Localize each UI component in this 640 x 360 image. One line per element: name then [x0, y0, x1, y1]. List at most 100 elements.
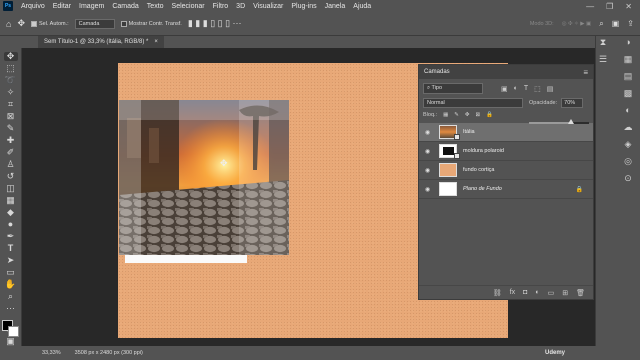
- checkbox-box[interactable]: [120, 20, 127, 27]
- shape-tool-icon[interactable]: ▭: [4, 268, 18, 277]
- more-tools-icon[interactable]: ···: [4, 304, 18, 313]
- pen-tool-icon[interactable]: ✒: [4, 232, 18, 241]
- gradient-tool-icon[interactable]: ▦: [4, 196, 18, 205]
- blend-mode-dropdown[interactable]: Normal: [423, 98, 523, 108]
- screen-mode-icon[interactable]: ▣: [4, 337, 18, 346]
- italy-photo-layer[interactable]: [119, 100, 289, 255]
- adjustment-filter-icon[interactable]: ◐: [514, 85, 518, 93]
- new-layer-icon[interactable]: ⊞: [562, 289, 568, 297]
- path-selection-tool-icon[interactable]: ➤: [4, 256, 18, 265]
- history-brush-tool-icon[interactable]: ↺: [4, 172, 18, 181]
- opacity-input[interactable]: 70%: [561, 98, 584, 108]
- healing-brush-tool-icon[interactable]: ✚: [4, 136, 18, 145]
- type-tool-icon[interactable]: T: [4, 244, 18, 253]
- layers-panel-icon[interactable]: ◈: [625, 140, 632, 149]
- home-icon[interactable]: ⌂: [6, 19, 11, 29]
- blur-tool-icon[interactable]: ◆: [4, 208, 18, 217]
- menu-3d[interactable]: 3D: [232, 3, 249, 10]
- layer-row-plano-de-fundo[interactable]: ◉ Plano de Fundo 🔒: [419, 180, 593, 199]
- folder-icon[interactable]: ▭: [548, 289, 555, 297]
- visibility-eye-icon[interactable]: ◉: [425, 148, 433, 155]
- eraser-tool-icon[interactable]: ◫: [4, 184, 18, 193]
- visibility-eye-icon[interactable]: ◉: [425, 186, 433, 193]
- panel-menu-icon[interactable]: ≡: [583, 68, 588, 77]
- layer-row-italia[interactable]: ◉ Itália: [419, 123, 593, 142]
- opacity-slider-knob[interactable]: [568, 119, 574, 124]
- dodge-tool-icon[interactable]: ●: [4, 220, 18, 229]
- layers-panel-title[interactable]: Camadas: [424, 69, 450, 75]
- pixel-filter-icon[interactable]: ▣: [501, 85, 508, 93]
- lock-all-icon[interactable]: 🔒: [486, 112, 493, 118]
- mask-icon[interactable]: ◘: [523, 289, 527, 296]
- stamp-tool-icon[interactable]: ♙: [4, 160, 18, 169]
- share-icon[interactable]: ⇪: [627, 19, 634, 28]
- menu-camada[interactable]: Camada: [108, 3, 142, 10]
- color-panel-icon[interactable]: ◑: [625, 38, 630, 47]
- lock-transparent-icon[interactable]: ▦: [443, 112, 448, 118]
- show-transform-checkbox[interactable]: Mostrar Contr. Transf.: [120, 20, 182, 27]
- magic-wand-tool-icon[interactable]: ✧: [4, 88, 18, 97]
- properties-panel-icon[interactable]: ☰: [599, 55, 607, 64]
- maximize-icon[interactable]: ❐: [606, 2, 613, 11]
- layer-row-moldura[interactable]: ◉ moldura polaroid: [419, 142, 593, 161]
- fx-icon[interactable]: fx: [510, 289, 515, 296]
- adjustments-panel-icon[interactable]: ◐: [625, 106, 630, 115]
- layer-filter-dropdown[interactable]: ⌕ Tipo: [423, 83, 483, 94]
- channels-panel-icon[interactable]: ◎: [624, 157, 632, 166]
- auto-select-dropdown[interactable]: Camada: [74, 18, 115, 29]
- paths-panel-icon[interactable]: ⊙: [624, 174, 632, 183]
- lasso-tool-icon[interactable]: ➰: [4, 76, 18, 85]
- menu-texto[interactable]: Texto: [143, 3, 168, 10]
- brush-tool-icon[interactable]: ✐: [4, 148, 18, 157]
- adjustment-icon[interactable]: ◐: [535, 289, 539, 296]
- auto-select-checkbox[interactable]: Sel. Autom.:: [30, 20, 69, 27]
- history-panel-icon[interactable]: ⧗: [600, 38, 606, 47]
- menu-editar[interactable]: Editar: [49, 3, 75, 10]
- align-icons[interactable]: ▮ ▮ ▮ ▯ ▯ ▯ ···: [188, 18, 242, 29]
- lock-image-icon[interactable]: ✎: [454, 112, 459, 118]
- move-tool-icon[interactable]: ✥: [3, 52, 18, 61]
- layer-row-fundo-cortica[interactable]: ◉ fundo cortiça: [419, 161, 593, 180]
- workspace-icon[interactable]: ▣: [612, 19, 620, 28]
- visibility-eye-icon[interactable]: ◉: [425, 167, 433, 174]
- search-icon[interactable]: ⌕: [599, 19, 603, 29]
- patterns-panel-icon[interactable]: ▩: [624, 89, 633, 98]
- minimize-icon[interactable]: —: [586, 2, 594, 11]
- close-window-icon[interactable]: ✕: [625, 2, 632, 11]
- lock-artboard-icon[interactable]: ⊠: [476, 112, 481, 118]
- hand-tool-icon[interactable]: ✋: [4, 280, 18, 289]
- zoom-level[interactable]: 33,33%: [42, 350, 61, 356]
- menu-imagem[interactable]: Imagem: [75, 3, 108, 10]
- marquee-tool-icon[interactable]: ⬚: [4, 64, 18, 73]
- background-color-swatch[interactable]: [7, 326, 19, 337]
- visibility-eye-icon[interactable]: ◉: [425, 129, 433, 136]
- lock-position-icon[interactable]: ✥: [465, 112, 470, 118]
- gradient-panel-icon[interactable]: ▤: [624, 72, 633, 81]
- close-tab-icon[interactable]: ×: [154, 39, 158, 45]
- document-tab[interactable]: Sem Título-1 @ 33,3% (Itália, RGB/8) * ×: [38, 36, 164, 48]
- photoshop-logo-icon[interactable]: Ps: [3, 1, 13, 11]
- frame-tool-icon[interactable]: ⊠: [4, 112, 18, 121]
- 3d-icons[interactable]: ◎ ✣ ✧ ▶ ▣: [562, 21, 592, 27]
- libraries-panel-icon[interactable]: ☁: [624, 123, 633, 132]
- eyedropper-tool-icon[interactable]: ✎: [4, 124, 18, 133]
- menu-janela[interactable]: Janela: [321, 3, 350, 10]
- link-icon[interactable]: ⛓: [493, 289, 502, 297]
- menu-plugins[interactable]: Plug-ins: [287, 3, 320, 10]
- menu-ajuda[interactable]: Ajuda: [349, 3, 375, 10]
- menu-visualizar[interactable]: Visualizar: [249, 3, 287, 10]
- type-filter-icon[interactable]: T: [524, 85, 528, 93]
- trash-icon[interactable]: 🗑: [576, 289, 585, 297]
- smart-object-filter-icon[interactable]: ▤: [547, 85, 554, 93]
- opacity-slider[interactable]: [529, 119, 589, 124]
- menu-filtro[interactable]: Filtro: [209, 3, 233, 10]
- menu-selecionar[interactable]: Selecionar: [168, 3, 209, 10]
- swatches-panel-icon[interactable]: ▦: [624, 55, 633, 64]
- checkbox-box[interactable]: [30, 20, 37, 27]
- crop-tool-icon[interactable]: ⌗: [4, 100, 18, 109]
- menu-arquivo[interactable]: Arquivo: [17, 3, 49, 10]
- shape-filter-icon[interactable]: ⬚: [534, 85, 541, 93]
- color-swatches[interactable]: [1, 320, 20, 337]
- move-tool-icon[interactable]: ✥: [17, 18, 25, 29]
- zoom-tool-icon[interactable]: ⌕: [4, 292, 18, 301]
